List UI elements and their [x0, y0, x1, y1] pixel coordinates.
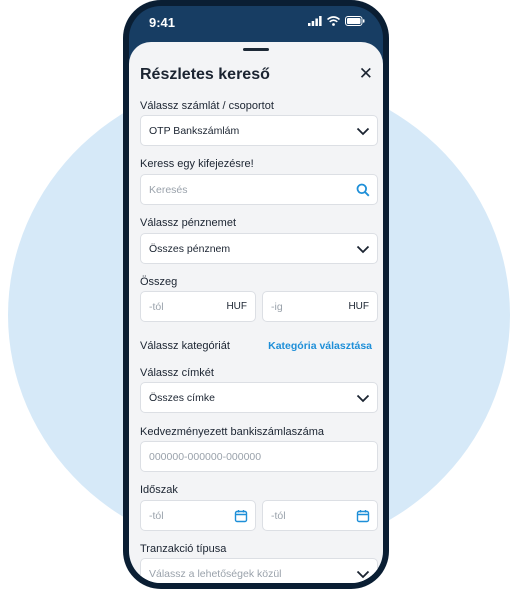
beneficiary-account-input[interactable]: 000000-000000-000000	[140, 441, 378, 472]
amount-from-unit: HUF	[226, 301, 247, 312]
currency-select[interactable]: Összes pénznem	[140, 233, 378, 264]
search-sheet: Részletes kereső ✕ Válassz számlát / cso…	[129, 42, 383, 583]
tag-label: Válassz címkét	[140, 367, 214, 379]
tag-select[interactable]: Összes címke	[140, 382, 378, 413]
amount-label: Összeg	[140, 276, 178, 288]
wifi-icon	[327, 16, 340, 26]
phone-screen: 9:41 Részletes kereső ✕ Válassz számlát …	[129, 6, 383, 583]
status-bar: 9:41	[129, 6, 383, 40]
account-label: Válassz számlát / csoportot	[140, 100, 274, 112]
amount-from-input[interactable]: -tól HUF	[140, 291, 256, 322]
beneficiary-placeholder: 000000-000000-000000	[149, 451, 262, 463]
close-icon[interactable]: ✕	[359, 65, 373, 82]
status-time: 9:41	[149, 15, 176, 30]
sheet-handle[interactable]	[243, 48, 269, 51]
tag-value: Összes címke	[149, 392, 215, 404]
period-from-placeholder: -tól	[149, 510, 164, 522]
account-value: OTP Bankszámlám	[149, 125, 240, 137]
transaction-type-select[interactable]: Válassz a lehetőségek közül	[140, 558, 378, 583]
category-select-link[interactable]: Kategória választása	[268, 340, 372, 352]
search-input[interactable]: Keresés	[140, 174, 378, 205]
amount-to-placeholder: -ig	[271, 301, 283, 313]
beneficiary-label: Kedvezményezett bankiszámlaszáma	[140, 426, 325, 438]
period-to-placeholder: -tól	[271, 510, 286, 522]
account-select[interactable]: OTP Bankszámlám	[140, 115, 378, 146]
amount-to-unit: HUF	[348, 301, 369, 312]
calendar-icon[interactable]	[356, 509, 370, 523]
chevron-down-icon	[356, 394, 370, 403]
sheet-title: Részletes kereső	[140, 66, 270, 83]
transaction-type-label: Tranzakció típusa	[140, 543, 227, 555]
status-icons	[308, 16, 365, 26]
transaction-type-placeholder: Válassz a lehetőségek közül	[149, 568, 282, 580]
signal-icon	[308, 16, 322, 26]
search-icon[interactable]	[356, 183, 370, 197]
search-label: Keress egy kifejezésre!	[140, 158, 254, 170]
calendar-icon[interactable]	[234, 509, 248, 523]
battery-icon	[345, 16, 365, 26]
period-label: Időszak	[140, 484, 178, 496]
period-to-input[interactable]: -tól	[262, 500, 378, 531]
category-label: Válassz kategóriát	[140, 340, 230, 352]
chevron-down-icon	[356, 570, 370, 579]
amount-to-input[interactable]: -ig HUF	[262, 291, 378, 322]
search-placeholder: Keresés	[149, 184, 188, 196]
period-from-input[interactable]: -tól	[140, 500, 256, 531]
amount-from-placeholder: -tól	[149, 301, 164, 313]
chevron-down-icon	[356, 127, 370, 136]
chevron-down-icon	[356, 245, 370, 254]
currency-label: Válassz pénznemet	[140, 217, 236, 229]
currency-value: Összes pénznem	[149, 243, 231, 255]
phone-frame: 9:41 Részletes kereső ✕ Válassz számlát …	[123, 0, 389, 589]
